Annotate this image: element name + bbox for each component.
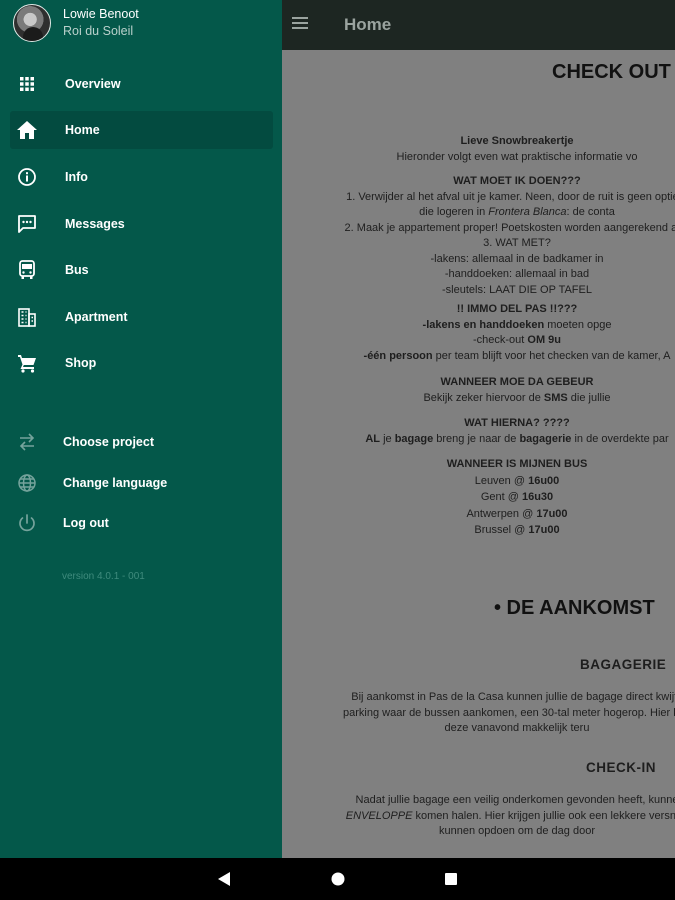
nav-label: Messages — [65, 217, 125, 231]
nav-item-messages[interactable]: Messages — [10, 205, 273, 243]
nav-label: Overview — [65, 77, 121, 91]
nav-label: Change language — [63, 476, 168, 490]
doc-line: 2. Maak je appartement proper! Poetskost… — [344, 221, 675, 234]
menu-icon[interactable] — [292, 16, 310, 34]
doc-line: -sleutels: LAAT DIE OP TAFEL — [442, 283, 592, 296]
doc-line: Hieronder volgt even wat praktische info… — [396, 150, 638, 163]
recents-icon[interactable] — [441, 869, 461, 889]
nav-item-log-out[interactable]: Log out — [10, 504, 273, 542]
system-nav-bar — [0, 858, 675, 900]
doc-line: Bekijk zeker hiervoor de SMS die jullie — [423, 391, 611, 404]
bagagerie-heading: BAGAGERIE — [580, 657, 667, 672]
nav-label: Info — [65, 170, 88, 184]
building-icon — [16, 306, 38, 328]
nav-item-home[interactable]: Home — [10, 111, 273, 149]
doc-line: -lakens en handdoeken moeten opge — [422, 318, 612, 331]
bus-icon — [16, 259, 38, 281]
doc-line: parking waar de bussen aankomen, een 30-… — [343, 706, 675, 719]
avatar — [13, 4, 51, 42]
home-button-icon[interactable] — [328, 869, 348, 889]
nav-item-shop[interactable]: Shop — [10, 344, 273, 382]
info-icon — [16, 166, 38, 188]
nav-item-overview[interactable]: Overview — [10, 65, 273, 103]
doc-line: kunnen opdoen om de dag door — [439, 825, 595, 837]
doc-line: Lieve Snowbreakertje — [460, 135, 574, 147]
nav-label: Choose project — [63, 435, 154, 449]
doc-line: Brussel @ 17u00 — [474, 524, 560, 536]
chat-icon — [16, 213, 38, 235]
nav-label: Shop — [65, 356, 97, 370]
nav-item-info[interactable]: Info — [10, 158, 273, 196]
version-label: version 4.0.1 - 001 — [62, 571, 145, 582]
nav-label: Bus — [65, 263, 89, 277]
doc-line: -lakens: allemaal in de badkamer in — [430, 252, 604, 265]
content-scrim[interactable]: CHECK OUT Lieve Snowbreakertje Hieronder… — [282, 50, 675, 858]
doc-line: AL je bagage breng je naar de bagagerie … — [365, 432, 669, 445]
page-title: Home — [344, 15, 392, 34]
doc-heading: WANNEER IS MIJNEN BUS — [446, 458, 588, 470]
doc-line: Bij aankomst in Pas de la Casa kunnen ju… — [351, 691, 675, 703]
nav-item-choose-project[interactable]: Choose project — [10, 423, 273, 461]
power-icon — [16, 512, 38, 534]
checkout-heading: CHECK OUT — [552, 61, 671, 83]
cart-icon — [16, 352, 38, 374]
doc-line: deze vanavond makkelijk teru — [444, 722, 590, 734]
doc-heading: WAT HIERNA? ???? — [464, 417, 570, 429]
doc-line: Antwerpen @ 17u00 — [466, 507, 568, 520]
user-subtitle: Roi du Soleil — [63, 24, 134, 38]
nav-item-change-language[interactable]: Change language — [10, 464, 273, 502]
home-icon — [16, 119, 38, 141]
globe-icon — [16, 472, 38, 494]
navigation-drawer: Lowie Benoot Roi du Soleil Overview Home… — [0, 0, 282, 858]
back-icon[interactable] — [214, 869, 234, 889]
doc-heading: WANNEER MOE DA GEBEUR — [440, 376, 594, 388]
doc-line: -check-out OM 9u — [472, 334, 562, 346]
doc-line: ENVELOPPE komen halen. Hier krijgen jull… — [345, 809, 675, 822]
doc-line: 1. Verwijder al het afval uit je kamer. … — [346, 190, 675, 203]
grid-icon — [16, 73, 38, 95]
user-name: Lowie Benoot — [63, 7, 139, 21]
nav-label: Apartment — [65, 310, 128, 324]
swap-icon — [16, 431, 38, 453]
app-bar: Home — [282, 0, 675, 50]
nav-item-apartment[interactable]: Apartment — [10, 298, 273, 336]
doc-line: -handdoeken: allemaal in bad — [444, 268, 590, 280]
profile-header[interactable]: Lowie Benoot Roi du Soleil — [0, 0, 282, 50]
doc-line: Leuven @ 16u00 — [474, 474, 560, 487]
doc-line: die logeren in Frontera Blanca: de conta — [419, 206, 615, 218]
doc-line: Nadat jullie bagage een veilig onderkome… — [355, 794, 675, 806]
nav-label: Home — [65, 123, 100, 137]
doc-line: 3. WAT MET? — [483, 237, 551, 249]
doc-line: -één persoon per team blijft voor het ch… — [363, 349, 671, 362]
doc-heading: !! IMMO DEL PAS !!??? — [456, 303, 578, 315]
checkin-heading: CHECK-IN — [586, 760, 656, 775]
aankomst-heading: • DE AANKOMST — [494, 597, 655, 619]
doc-heading: WAT MOET IK DOEN??? — [453, 175, 581, 187]
nav-label: Log out — [63, 516, 109, 530]
nav-item-bus[interactable]: Bus — [10, 251, 273, 289]
doc-line: Gent @ 16u30 — [480, 491, 554, 503]
